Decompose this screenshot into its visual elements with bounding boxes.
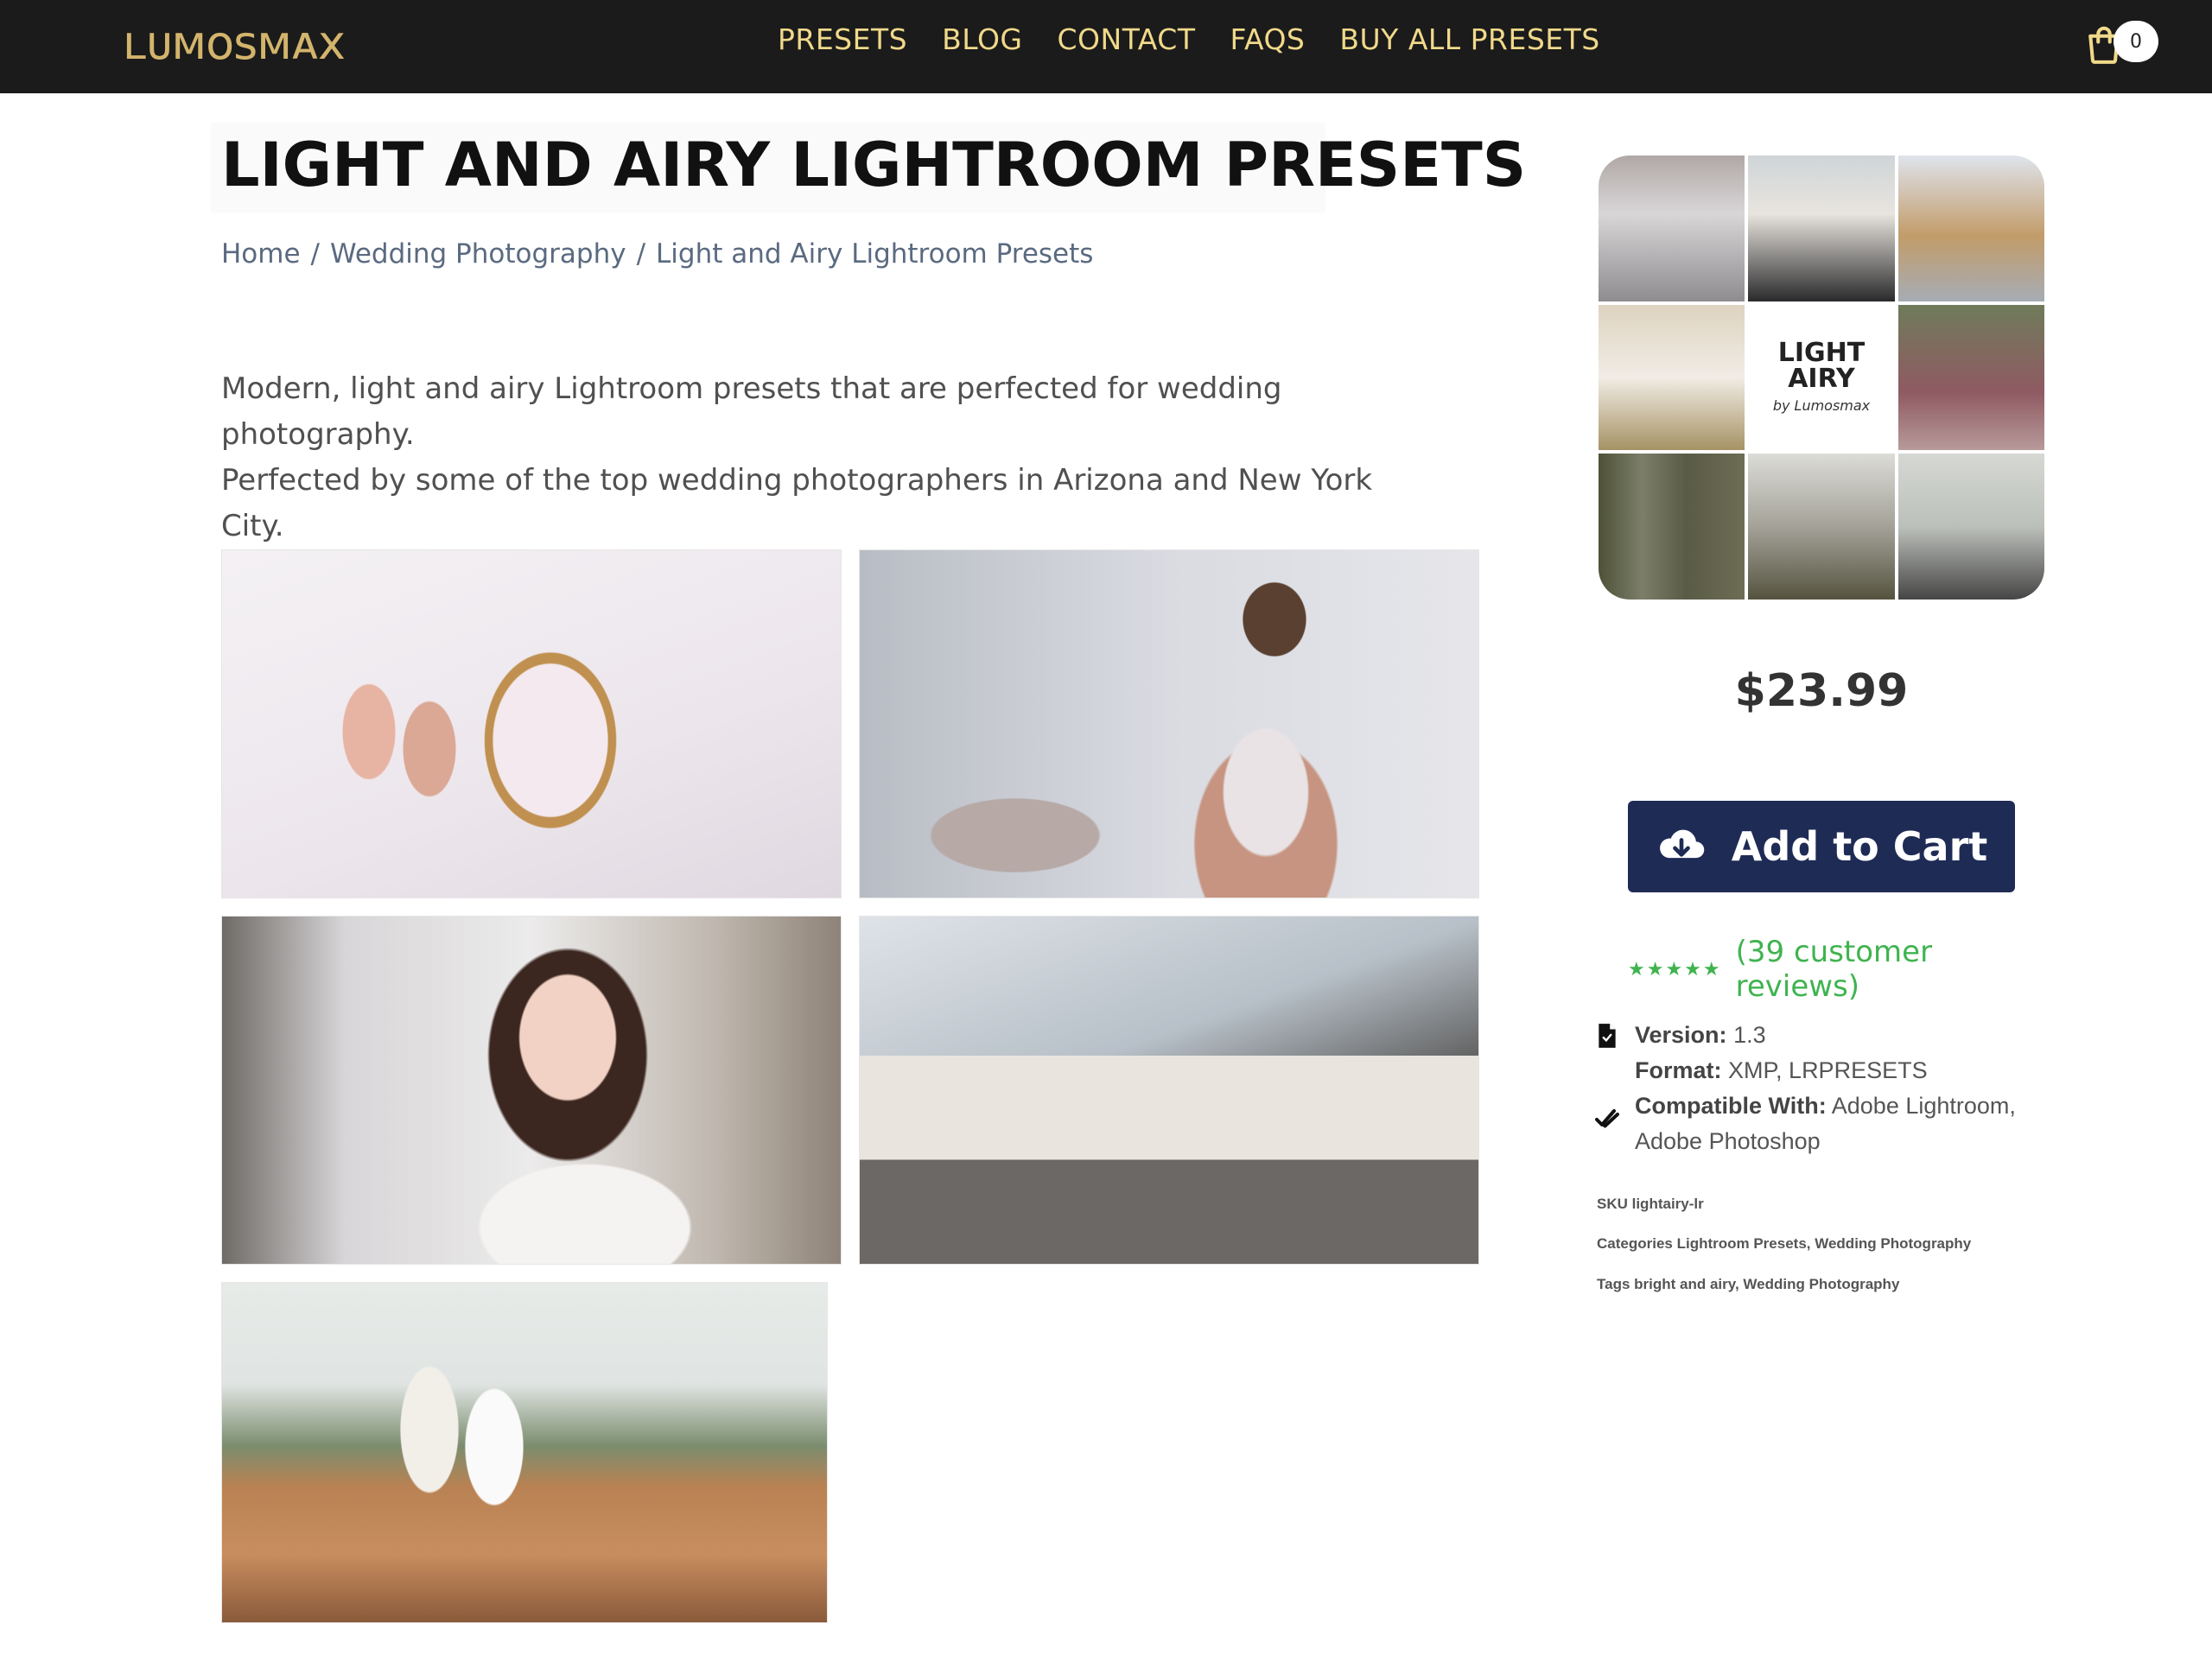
star-rating: ★★★★★ [1628, 958, 1722, 980]
thumb-photo [1748, 454, 1895, 600]
thumb-photo [1599, 454, 1745, 600]
spec-value: 1.3 [1733, 1022, 1766, 1048]
nav-item-faqs[interactable]: FAQS [1230, 22, 1306, 56]
spec-value: Adobe Lightroom, [1831, 1093, 2016, 1119]
top-navigation-bar: ʟᴜᴍᴏsᴍᴀx PRESETS BLOG CONTACT FAQS BUY A… [0, 0, 2212, 93]
spec-version: Version: 1.3 [1595, 1018, 2044, 1053]
spec-value: XMP, LRPRESETS [1728, 1057, 1928, 1083]
thumb-photo [1897, 304, 2044, 451]
nav-item-presets[interactable]: PRESETS [778, 22, 907, 56]
add-to-cart-button[interactable]: Add to Cart [1628, 801, 2015, 892]
cloud-download-icon [1659, 829, 1704, 859]
site-logo[interactable]: ʟᴜᴍᴏsᴍᴀx [123, 16, 346, 70]
spec-format: Format: XMP, LRPRESETS [1595, 1053, 2044, 1088]
breadcrumb-wedding-photography[interactable]: Wedding Photography [330, 238, 626, 270]
spec-value: Adobe Photoshop [1635, 1128, 1821, 1154]
customer-reviews-link[interactable]: (39 customer reviews) [1736, 935, 2015, 1004]
product-sku: SKU lightairy-lr [1597, 1196, 1704, 1212]
breadcrumb-current: Light and Airy Lightroom Presets [656, 238, 1094, 270]
document-icon [1599, 1024, 1616, 1048]
breadcrumb-separator: / [636, 238, 646, 270]
breadcrumb-home[interactable]: Home [221, 238, 301, 270]
main-nav: PRESETS BLOG CONTACT FAQS BUY ALL PRESET… [778, 22, 1600, 56]
product-price: $23.99 [1734, 665, 1909, 717]
thumb-photo [1599, 304, 1745, 451]
thumb-title: AIRY [1788, 364, 1855, 395]
product-tags[interactable]: Tags bright and airy, Wedding Photograph… [1597, 1276, 2046, 1293]
gallery-photo-bride-in-car[interactable] [221, 916, 842, 1265]
thumb-subtitle: by Lumosmax [1772, 397, 1871, 415]
nav-item-buy-all-presets[interactable]: BUY ALL PRESETS [1339, 22, 1599, 56]
thumb-photo [1599, 155, 1745, 301]
thumb-photo [1897, 155, 2044, 301]
product-description: Modern, light and airy Lightroom presets… [221, 366, 1431, 549]
page-title: LIGHT AND AIRY LIGHTROOM PRESETS [221, 130, 1527, 200]
cart-count-badge[interactable]: 0 [2113, 21, 2158, 62]
spec-compatible: Compatible With: Adobe Lightroom, Adobe … [1595, 1088, 2044, 1159]
product-thumbnail[interactable]: LIGHT AIRY by Lumosmax [1599, 155, 2044, 600]
gallery-photo-shoes-mirror[interactable] [221, 549, 842, 898]
rating-row: ★★★★★ (39 customer reviews) [1628, 935, 2015, 1004]
spec-label: Format: [1635, 1057, 1722, 1083]
thumb-photo [1748, 155, 1895, 301]
gallery-photo-couple-rocks[interactable] [221, 1282, 828, 1623]
breadcrumb: Home / Wedding Photography / Light and A… [221, 238, 1093, 270]
thumb-title: LIGHT [1777, 338, 1866, 369]
nav-item-contact[interactable]: CONTACT [1058, 22, 1196, 56]
breadcrumb-separator: / [310, 238, 320, 270]
nav-item-blog[interactable]: BLOG [942, 22, 1022, 56]
spec-label: Compatible With: [1635, 1093, 1827, 1119]
gallery-photo-couple-mountain-road[interactable] [859, 916, 1479, 1265]
spec-label: Version: [1635, 1022, 1727, 1048]
thumb-photo [1897, 454, 2044, 600]
add-to-cart-label: Add to Cart [1731, 823, 1988, 870]
description-line: Modern, light and airy Lightroom presets… [221, 371, 1282, 452]
thumb-label-tile: LIGHT AIRY by Lumosmax [1748, 304, 1895, 451]
gallery-photo-bride-lace-back[interactable] [859, 549, 1479, 898]
description-line: Perfected by some of the top wedding pho… [221, 463, 1373, 543]
double-check-icon [1595, 1109, 1619, 1128]
product-specs: Version: 1.3 Format: XMP, LRPRESETS Comp… [1595, 1018, 2044, 1159]
product-categories[interactable]: Categories Lightroom Presets, Wedding Ph… [1597, 1235, 2046, 1253]
